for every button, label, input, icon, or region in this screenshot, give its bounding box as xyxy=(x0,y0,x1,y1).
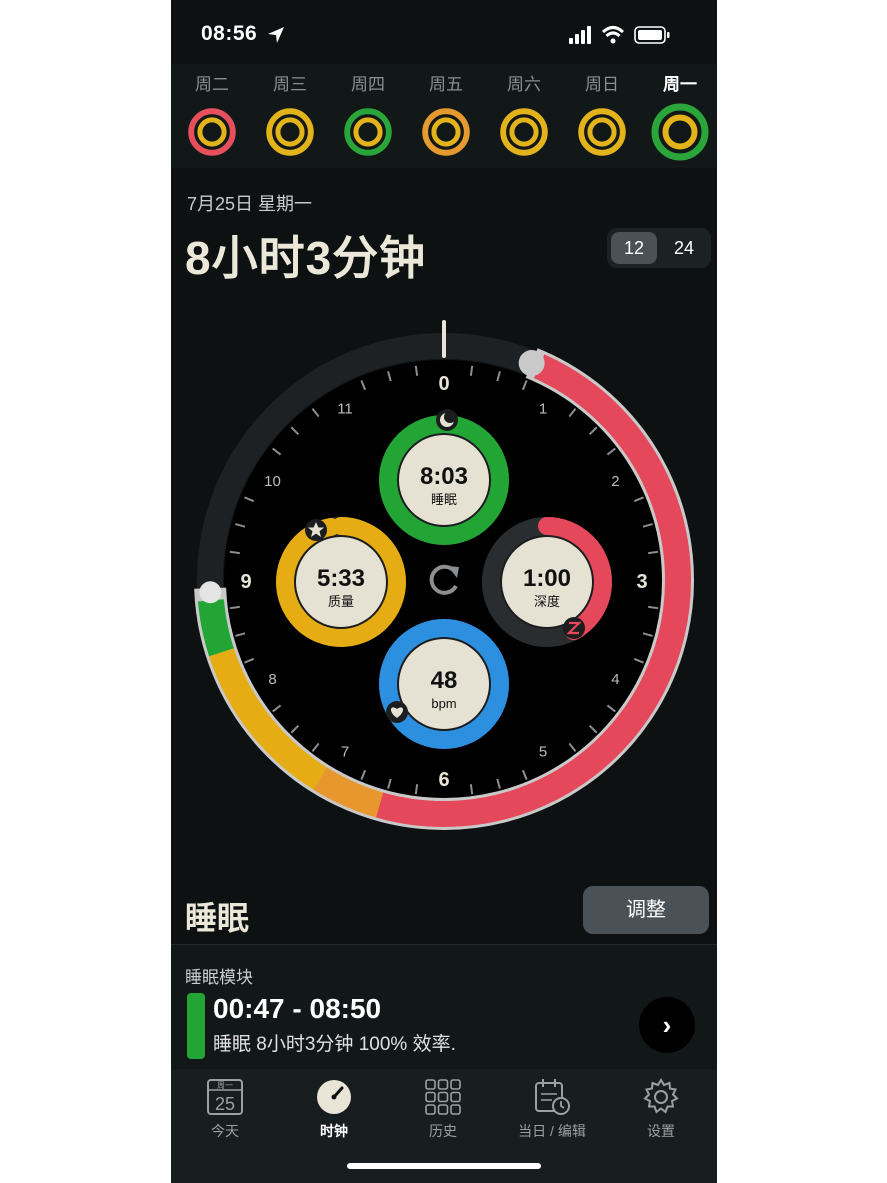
week-day-5[interactable]: 周日 xyxy=(567,72,637,157)
clock-tick xyxy=(229,550,240,555)
heart-dial-label: bpm xyxy=(431,696,456,711)
toggle-24-hour[interactable]: 24 xyxy=(661,232,707,264)
location-arrow-icon xyxy=(268,27,284,43)
home-indicator xyxy=(347,1163,541,1169)
tab-today-label: 今天 xyxy=(211,1123,239,1139)
tab-settings-label: 设置 xyxy=(647,1123,675,1139)
toggle-12-hour[interactable]: 12 xyxy=(611,232,657,264)
deep-dial-label: 深度 xyxy=(534,594,560,609)
battery-icon xyxy=(634,26,670,44)
clock-icon xyxy=(317,1080,351,1114)
week-day-label: 周六 xyxy=(507,75,541,94)
week-day-0[interactable]: 周二 xyxy=(177,72,247,157)
status-icons xyxy=(569,26,670,44)
clock-tick xyxy=(469,784,474,795)
quality-dial-label: 质量 xyxy=(328,594,354,609)
clock-hour-label: 3 xyxy=(636,571,647,593)
status-bar: 08:56 xyxy=(171,0,717,64)
sleep-clock: 0 1 2 3 4 5 6 7 8 9 10 11 8:03 睡眠 5:33 质量 1:00 深度 48 bpm xyxy=(194,320,694,830)
sleep-arc-start xyxy=(197,599,234,657)
clock-hour-label: 10 xyxy=(264,473,281,490)
week-day-label: 周五 xyxy=(429,75,463,94)
calendar-edit-icon xyxy=(535,1079,570,1115)
week-day-1[interactable]: 周三 xyxy=(255,72,325,157)
week-day-2[interactable]: 周四 xyxy=(333,72,403,157)
clock-hour-label: 6 xyxy=(438,769,449,791)
week-strip: 周二 周三 周四 周五 周六 周日 周一 xyxy=(171,64,717,168)
tab-bar: 周一 25 今天 时钟 历史 当日 / 编辑 设置 xyxy=(171,1069,717,1183)
week-day-label: 周日 xyxy=(585,75,619,94)
sleep-dial-label: 睡眠 xyxy=(431,492,457,507)
tab-clock[interactable]: 时钟 xyxy=(284,1077,384,1141)
week-day-label: 周一 xyxy=(663,75,697,94)
sleep-block-detail-button[interactable]: › xyxy=(639,997,695,1053)
week-day-3[interactable]: 周五 xyxy=(411,72,481,157)
week-day-ring-icon xyxy=(578,108,626,156)
sleep-duration-title: 8小时3分钟 xyxy=(185,232,427,284)
star-icon xyxy=(305,519,327,541)
sleep-block-summary: 睡眠 8小时3分钟 100% 效率. xyxy=(213,1034,456,1055)
sleep-heading: 睡眠 xyxy=(185,900,250,936)
week-day-label: 周三 xyxy=(273,75,307,94)
tab-settings[interactable]: 设置 xyxy=(611,1077,711,1141)
heart-icon xyxy=(386,701,408,723)
quality-dial-value: 5:33 xyxy=(317,565,365,592)
clock-hour-label: 9 xyxy=(240,571,251,593)
status-time: 08:56 xyxy=(201,22,258,45)
hour-format-toggle: 12 24 xyxy=(607,228,711,268)
date-label: 7月25日 星期一 xyxy=(187,194,313,214)
tab-day-edit-label: 当日 / 编辑 xyxy=(518,1123,586,1139)
sleep-arc-start-handle[interactable] xyxy=(199,581,222,604)
week-day-label: 周四 xyxy=(351,75,385,94)
tab-today[interactable]: 周一 25 今天 xyxy=(175,1077,275,1141)
moon-icon xyxy=(436,409,458,431)
tab-history[interactable]: 历史 xyxy=(393,1077,493,1141)
clock-tick xyxy=(469,365,474,376)
gear-icon xyxy=(643,1078,679,1114)
clock-hour-label: 2 xyxy=(611,473,619,490)
clock-tick xyxy=(648,550,659,555)
week-day-ring-icon xyxy=(266,108,314,156)
clock-hour-label: 7 xyxy=(341,743,349,760)
sleep-block-card[interactable]: 睡眠模块 00:47 - 08:50 睡眠 8小时3分钟 100% 效率. › xyxy=(171,945,717,1069)
clock-hour-label: 11 xyxy=(337,401,353,418)
heart-dial-value: 48 xyxy=(431,667,458,694)
clock-tick xyxy=(648,605,659,610)
sleep-arc-end-handle[interactable] xyxy=(518,350,545,377)
sleep-dial-value: 8:03 xyxy=(420,463,468,490)
deep-dial-value: 1:00 xyxy=(523,565,571,592)
calendar-icon: 周一 25 xyxy=(207,1079,243,1115)
phone-screen: 08:56 周二 周三 周四 周五 周六 周日 周一 7月25日 星期一 8小时… xyxy=(171,0,717,1183)
sleep-block-title: 睡眠模块 xyxy=(185,968,253,987)
week-day-ring-icon xyxy=(344,108,392,156)
clock-tick xyxy=(414,784,419,795)
tab-day-edit[interactable]: 当日 / 编辑 xyxy=(502,1077,602,1141)
adjust-button[interactable]: 调整 xyxy=(583,886,709,934)
tab-clock-label: 时钟 xyxy=(320,1123,348,1139)
calendar-day-number: 25 xyxy=(215,1094,235,1114)
wifi-icon xyxy=(601,26,625,44)
clock-hour-label: 0 xyxy=(438,373,449,395)
week-day-6[interactable]: 周一 xyxy=(645,72,715,162)
clock-hour-label: 4 xyxy=(611,671,619,688)
grid-icon xyxy=(425,1079,461,1115)
clock-hour-label: 8 xyxy=(268,671,276,688)
week-day-4[interactable]: 周六 xyxy=(489,72,559,157)
clock-tick xyxy=(414,365,419,376)
signal-icon xyxy=(569,26,591,44)
week-day-ring-icon xyxy=(651,103,709,161)
clock-hour-label: 1 xyxy=(539,401,547,418)
z-icon xyxy=(563,617,585,639)
week-day-ring-icon xyxy=(422,108,470,156)
week-day-label: 周二 xyxy=(195,75,229,94)
sleep-block-color-bar xyxy=(187,993,205,1059)
sleep-block-time-range: 00:47 - 08:50 xyxy=(213,993,382,1024)
calendar-weekday: 周一 xyxy=(217,1081,233,1090)
week-day-ring-icon xyxy=(188,108,236,156)
clock-hour-label: 5 xyxy=(539,743,547,760)
tab-history-label: 历史 xyxy=(429,1123,457,1139)
week-day-ring-icon xyxy=(500,108,548,156)
clock-tick xyxy=(229,605,240,610)
